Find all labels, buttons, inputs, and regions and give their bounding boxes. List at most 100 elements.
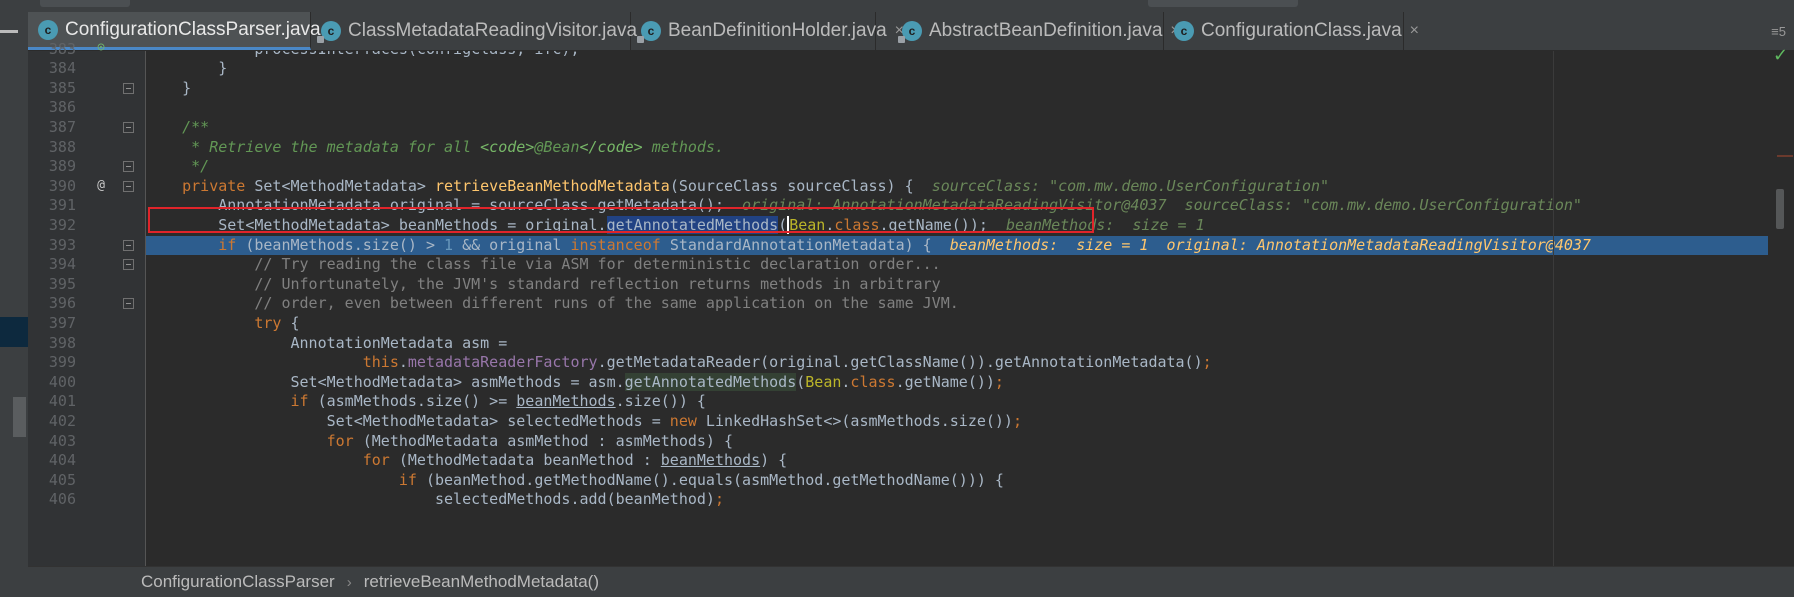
line-number[interactable]: 406 <box>28 490 76 510</box>
line-number[interactable]: 397 <box>28 314 76 334</box>
code-line[interactable]: private Set<MethodMetadata> retrieveBean… <box>146 177 1794 197</box>
tab-beandefinitionholder[interactable]: c BeanDefinitionHolder.java × <box>631 12 904 50</box>
code-line[interactable]: // Unfortunately, the JVM's standard ref… <box>146 275 1794 295</box>
fold-icon[interactable] <box>123 180 134 192</box>
code-line[interactable]: processInterfaces(configClass, ifc); <box>146 51 1794 59</box>
line-number[interactable]: 399 <box>28 353 76 373</box>
code-line[interactable]: /** <box>146 118 1794 138</box>
tabs-list-menu[interactable]: ≡5 <box>1771 24 1786 39</box>
code-token: selectedMethods.add(beanMethod) <box>434 490 715 509</box>
code-line[interactable]: // Try reading the class file via ASM fo… <box>146 255 1794 275</box>
fold-icon[interactable] <box>123 161 134 173</box>
code-editor[interactable]: processInterfaces(configClass, ifc); } }… <box>146 51 1794 566</box>
line-number[interactable]: 384 <box>28 59 76 79</box>
code-token: ; <box>1202 353 1212 372</box>
line-number[interactable]: 396 <box>28 294 76 314</box>
line-number[interactable]: 386 <box>28 98 76 118</box>
editor-scrollbar[interactable]: ✓ <box>1768 45 1794 566</box>
breadcrumb-class[interactable]: ConfigurationClassParser <box>141 572 335 592</box>
code-token: .getMetadataReader(original.getClassName… <box>597 353 1203 372</box>
fold-icon[interactable] <box>123 82 134 94</box>
code-line[interactable]: */ <box>146 157 1794 177</box>
code-token: if <box>218 235 246 254</box>
code-line[interactable]: try { <box>146 314 1794 334</box>
error-stripe-marker[interactable] <box>1777 155 1793 157</box>
code-line[interactable]: if (asmMethods.size() >= beanMethods.siz… <box>146 392 1794 412</box>
code-token: 1 <box>444 235 454 254</box>
lock-icon <box>637 36 644 43</box>
code-line[interactable]: for (MethodMetadata asmMethod : asmMetho… <box>146 432 1794 452</box>
code-line[interactable]: * Retrieve the metadata for all <code>@B… <box>146 138 1794 158</box>
execution-point-line[interactable]: if (beanMethods.size() > 1 && original i… <box>146 235 1794 256</box>
tab-configurationclass[interactable]: c ConfigurationClass.java × <box>1164 12 1419 50</box>
line-number[interactable]: 391 <box>28 196 76 216</box>
line-number[interactable]: 403 <box>28 432 76 452</box>
code-token: <code> <box>480 137 535 156</box>
code-token: (MethodMetadata asmMethod : asmMethods) … <box>362 431 734 450</box>
implements-method-icon[interactable]: ⊙ <box>94 40 108 55</box>
line-number[interactable]: 402 <box>28 412 76 432</box>
breadcrumb-method[interactable]: retrieveBeanMethodMetadata() <box>364 572 599 592</box>
line-number[interactable]: 387 <box>28 118 76 138</box>
code-token: new <box>669 411 706 430</box>
close-icon[interactable]: × <box>1410 22 1419 40</box>
scrollbar-thumb[interactable] <box>1776 189 1784 229</box>
fold-icon[interactable] <box>123 298 134 310</box>
code-line[interactable] <box>146 98 1794 118</box>
line-number[interactable]: 388 <box>28 138 76 158</box>
code-line[interactable]: for (MethodMetadata beanMethod : beanMet… <box>146 451 1794 471</box>
code-line[interactable]: Set<MethodMetadata> selectedMethods = ne… <box>146 412 1794 432</box>
tab-abstractbeandefinition[interactable]: cAbstractBeanDefinition.java× <box>892 12 1180 50</box>
line-number[interactable]: 390 <box>28 177 76 197</box>
line-number[interactable]: 395 <box>28 275 76 295</box>
code-line[interactable]: if (beanMethod.getMethodName().equals(as… <box>146 471 1794 491</box>
code-token: private <box>182 176 255 195</box>
line-number[interactable]: 392 <box>28 216 76 236</box>
line-number[interactable]: 385 <box>28 79 76 99</box>
code-line[interactable]: Set<MethodMetadata> asmMethods = asm.get… <box>146 372 1794 393</box>
line-number[interactable]: 389 <box>28 157 76 177</box>
code-line[interactable]: } <box>146 79 1794 99</box>
bean-annotation-icon[interactable]: @ <box>94 178 108 193</box>
line-number[interactable]: 405 <box>28 471 76 491</box>
line-number[interactable]: 404 <box>28 451 76 471</box>
code-token: LinkedHashSet<>(asmMethods.size()) <box>705 411 1013 430</box>
code-token: { <box>290 313 300 332</box>
tab-label: ConfigurationClassParser.java <box>65 18 321 40</box>
code-line[interactable]: // order, even between different runs of… <box>146 294 1794 314</box>
code-line[interactable]: AnnotationMetadata asm = <box>146 334 1794 354</box>
code-token: processInterfaces(configClass, ifc); <box>254 51 579 58</box>
line-number[interactable]: 398 <box>28 334 76 354</box>
line-number[interactable]: 393 <box>28 236 76 256</box>
tool-window-selected[interactable] <box>0 317 28 347</box>
line-number[interactable]: 401 <box>28 392 76 412</box>
fold-icon[interactable] <box>123 121 134 133</box>
code-token: Bean <box>805 372 842 391</box>
class-icon: c <box>1174 21 1194 41</box>
code-line[interactable]: this.metadataReaderFactory.getMetadataRe… <box>146 353 1794 373</box>
tab-classmetadatareadingvisitor[interactable]: cClassMetadataReadingVisitor.java× <box>311 12 654 50</box>
fold-icon[interactable] <box>123 259 134 271</box>
code-line[interactable]: selectedMethods.add(beanMethod); <box>146 490 1794 510</box>
code-line[interactable]: } <box>146 59 1794 79</box>
tool-strip-scroll-thumb[interactable] <box>13 397 26 437</box>
editor-tab-bar: c ConfigurationClassParser.java × cClassMet… <box>0 12 1794 51</box>
code-token: Set<MethodMetadata> selectedMethods = <box>326 411 670 430</box>
line-number[interactable]: 400 <box>28 373 76 393</box>
code-token: metadataReaderFactory <box>407 353 598 372</box>
title-strip-segment <box>40 0 130 7</box>
line-number[interactable]: 394 <box>28 255 76 275</box>
code-token: ; <box>994 372 1004 391</box>
line-number[interactable]: 383 <box>28 40 76 60</box>
fold-icon[interactable] <box>123 239 134 251</box>
left-tool-strip <box>0 12 28 597</box>
code-token: retrieveBeanMethodMetadata <box>435 176 670 195</box>
code-token: } <box>218 59 228 78</box>
